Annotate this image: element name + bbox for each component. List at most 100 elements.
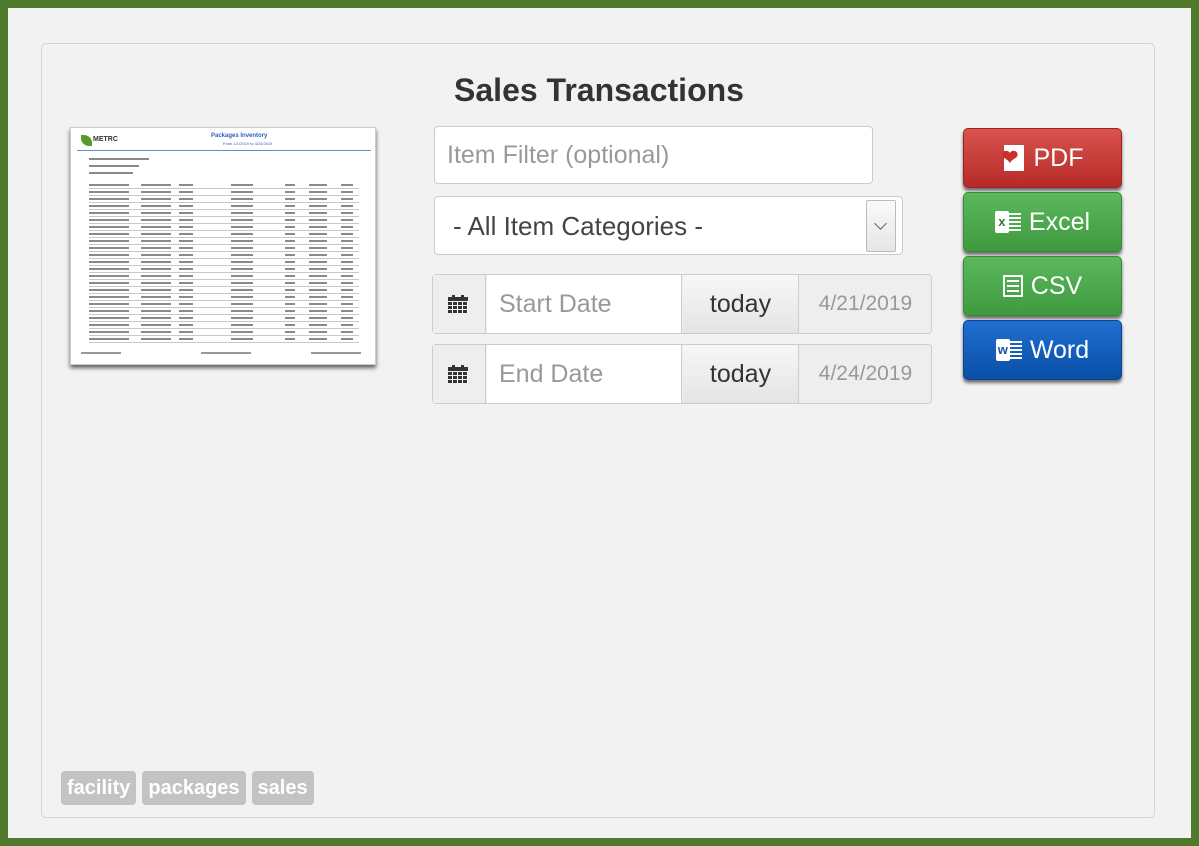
thumbnail-row-divider [89,230,359,231]
thumbnail-row-divider [89,237,359,238]
export-csv-button[interactable]: CSV [963,256,1122,316]
export-word-button[interactable]: w Word [963,320,1122,380]
app-frame: Sales Transactions METRC Packages Invent… [0,0,1199,846]
end-date-input[interactable]: End Date [487,345,682,403]
tag-facility[interactable]: facility [61,771,137,805]
thumbnail-cell [89,303,129,305]
tag-sales[interactable]: sales [251,771,314,805]
excel-label: Excel [1028,207,1091,236]
thumbnail-cell [309,310,327,312]
thumbnail-cell [179,303,193,305]
thumbnail-cell [341,254,353,256]
thumbnail-row-divider [89,321,359,322]
thumbnail-cell [341,338,353,340]
tag-list: facility packages sales [61,771,314,805]
start-date-calendar-button[interactable] [433,275,486,333]
thumbnail-row-divider [89,258,359,259]
thumbnail-cell [231,247,253,249]
thumbnail-cell [141,282,171,284]
thumbnail-cell [341,191,353,193]
thumbnail-cell [285,184,295,186]
thumbnail-row-divider [89,265,359,266]
thumbnail-cell [231,324,253,326]
thumbnail-cell [285,240,295,242]
thumbnail-cell [341,247,353,249]
start-date-input[interactable]: Start Date [487,275,682,333]
thumbnail-cell [89,282,129,284]
thumbnail-cell [341,261,353,263]
thumbnail-cell [89,261,129,263]
thumbnail-row-divider [89,300,359,301]
item-category-select[interactable]: - All Item Categories - [434,196,903,255]
thumbnail-cell [89,205,129,207]
thumbnail-cell [231,296,253,298]
thumbnail-cell [231,268,253,270]
thumbnail-row-divider [89,293,359,294]
tag-packages[interactable]: packages [142,771,246,805]
thumbnail-cell [141,198,171,200]
thumbnail-cell [89,331,129,333]
select-toggle-button[interactable] [866,200,896,252]
start-date-value: 4/21/2019 [818,292,913,315]
thumbnail-cell [341,268,353,270]
thumbnail-cell [231,261,253,263]
thumbnail-cell [285,254,295,256]
thumbnail-cell [89,184,129,186]
thumbnail-cell [309,275,327,277]
thumbnail-cell [285,303,295,305]
pdf-label: PDF [1033,143,1084,172]
end-date-today-button[interactable]: today [683,345,799,403]
thumbnail-cell [309,268,327,270]
thumbnail-rule [77,150,371,151]
thumbnail-cell [89,233,129,235]
word-icon: w [995,339,1022,361]
thumbnail-cell [141,254,171,256]
thumbnail-cell [341,303,353,305]
calendar-icon [448,365,468,383]
thumbnail-cell [141,289,171,291]
chevron-down-icon [874,217,887,230]
end-date-calendar-button[interactable] [433,345,486,403]
thumbnail-cell [89,296,129,298]
csv-label: CSV [1030,271,1083,300]
report-thumbnail[interactable]: METRC Packages Inventory From 1/1/2019 t… [70,127,376,365]
thumbnail-text-line [89,158,149,160]
thumbnail-cell [89,324,129,326]
thumbnail-cell [309,296,327,298]
thumbnail-cell [309,212,327,214]
thumbnail-cell [89,275,129,277]
start-date-today-button[interactable]: today [683,275,799,333]
item-filter-input[interactable] [434,126,873,184]
thumbnail-cell [341,226,353,228]
export-pdf-button[interactable]: ❤ PDF [963,128,1122,188]
thumbnail-cell [179,247,193,249]
thumbnail-cell [341,317,353,319]
thumbnail-cell [285,198,295,200]
thumbnail-cell [341,240,353,242]
end-date-group: End Date today 4/24/2019 [432,344,932,404]
thumbnail-cell [231,310,253,312]
thumbnail-cell [179,268,193,270]
excel-icon: x [994,211,1021,233]
thumbnail-cell [179,317,193,319]
thumbnail-cell [89,212,129,214]
thumbnail-cell [231,191,253,193]
export-excel-button[interactable]: x Excel [963,192,1122,252]
thumbnail-cell [141,296,171,298]
thumbnail-cell [89,198,129,200]
calendar-icon [448,295,468,313]
thumbnail-row-divider [89,342,359,343]
thumbnail-cell [89,219,129,221]
thumbnail-cell [309,191,327,193]
thumbnail-cell [309,324,327,326]
thumbnail-cell [341,296,353,298]
thumbnail-cell [89,247,129,249]
thumbnail-text-line [89,172,133,174]
thumbnail-cell [231,317,253,319]
thumbnail-cell [179,191,193,193]
thumbnail-cell [179,254,193,256]
thumbnail-footer-line [311,352,361,354]
thumbnail-cell [341,219,353,221]
thumbnail-cell [285,324,295,326]
thumbnail-cell [179,289,193,291]
